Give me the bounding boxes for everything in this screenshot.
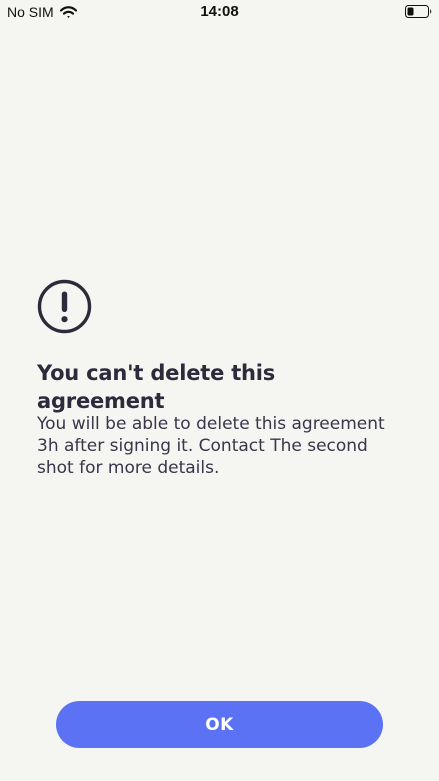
battery-icon — [405, 5, 432, 18]
status-bar: No SIM 14:08 — [0, 0, 439, 24]
exclamation-circle-icon — [37, 279, 92, 334]
ok-button[interactable]: OK — [56, 701, 383, 748]
alert-message: You will be able to delete this agreemen… — [37, 414, 385, 478]
alert-title: You can't delete this agreement — [37, 361, 276, 413]
status-time: 14:08 — [200, 3, 239, 20]
